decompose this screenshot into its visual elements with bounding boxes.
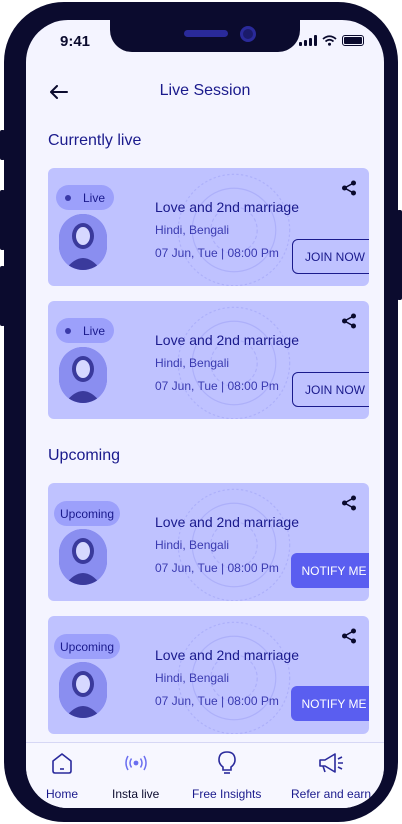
session-languages: Hindi, Bengali xyxy=(155,671,230,685)
nav-label: Home xyxy=(46,787,79,801)
nav-item-insta-live[interactable]: Insta live xyxy=(112,749,159,801)
avatar xyxy=(59,214,107,270)
status-time: 9:41 xyxy=(60,33,91,50)
live-dot xyxy=(65,327,71,334)
broadcast-icon xyxy=(121,749,151,777)
live-badge: Live xyxy=(56,185,115,210)
upcoming-badge: Upcoming xyxy=(54,501,121,526)
join-now-button[interactable]: JOIN NOW xyxy=(292,239,369,274)
badge-label: Live xyxy=(83,323,106,338)
session-card: Live Love and 2nd marriage Hindi, Bengal… xyxy=(48,168,369,286)
badge-label: Live xyxy=(83,190,106,205)
power-button xyxy=(397,210,402,300)
share-icon[interactable] xyxy=(341,628,357,644)
share-icon[interactable] xyxy=(341,313,357,329)
session-card: Live Love and 2nd marriage Hindi, Bengal… xyxy=(48,301,369,419)
bottom-nav: Home Insta live Free Insights Refer and … xyxy=(26,742,384,808)
home-icon xyxy=(47,749,77,777)
session-datetime: 07 Jun, Tue | 08:00 Pm xyxy=(155,246,279,260)
nav-label: Insta live xyxy=(112,787,160,801)
notify-me-button[interactable]: NOTIFY ME xyxy=(291,553,369,588)
nav-label: Free Insights xyxy=(192,787,262,801)
nav-label: Refer and earn xyxy=(291,787,372,801)
nav-item-free-insights[interactable]: Free Insights xyxy=(192,749,261,801)
volume-up-button xyxy=(0,190,5,250)
session-datetime: 07 Jun, Tue | 08:00 Pm xyxy=(155,379,279,393)
battery-icon xyxy=(342,35,364,46)
live-dot xyxy=(65,194,71,201)
wifi-icon xyxy=(322,35,337,46)
session-datetime: 07 Jun, Tue | 08:00 Pm xyxy=(155,694,279,708)
lightbulb-icon xyxy=(212,749,242,777)
notify-me-button[interactable]: NOTIFY ME xyxy=(291,686,369,721)
share-icon[interactable] xyxy=(341,495,357,511)
phone-frame: 9:41 Live Session Currently live Live Lo… xyxy=(4,2,398,822)
camera-icon xyxy=(240,26,256,42)
avatar xyxy=(59,662,107,718)
session-card: Upcoming Love and 2nd marriage Hindi, Be… xyxy=(48,616,369,734)
upcoming-badge: Upcoming xyxy=(54,634,121,659)
session-card: Upcoming Love and 2nd marriage Hindi, Be… xyxy=(48,483,369,601)
share-icon[interactable] xyxy=(341,180,357,196)
volume-down-button xyxy=(0,266,5,326)
session-title: Love and 2nd marriage xyxy=(155,332,299,348)
nav-item-home[interactable]: Home xyxy=(46,749,78,801)
nav-item-refer-earn[interactable]: Refer and earn xyxy=(291,749,371,801)
session-languages: Hindi, Bengali xyxy=(155,538,230,552)
mute-switch xyxy=(0,130,5,160)
avatar xyxy=(59,529,107,585)
top-bar: Live Session xyxy=(26,80,384,106)
session-title: Love and 2nd marriage xyxy=(155,199,299,215)
session-title: Love and 2nd marriage xyxy=(155,647,299,663)
status-icons xyxy=(299,35,364,46)
notch xyxy=(110,20,300,52)
join-now-button[interactable]: JOIN NOW xyxy=(292,372,369,407)
session-datetime: 07 Jun, Tue | 08:00 Pm xyxy=(155,561,279,575)
signal-icon xyxy=(299,35,317,46)
session-languages: Hindi, Bengali xyxy=(155,223,230,237)
live-badge: Live xyxy=(56,318,115,343)
page-title: Live Session xyxy=(159,82,251,99)
session-languages: Hindi, Bengali xyxy=(155,356,230,370)
speaker xyxy=(184,30,228,37)
app-screen: 9:41 Live Session Currently live Live Lo… xyxy=(26,20,384,808)
session-title: Love and 2nd marriage xyxy=(155,514,299,530)
section-title-live: Currently live xyxy=(48,132,142,149)
avatar xyxy=(59,347,107,403)
section-title-upcoming: Upcoming xyxy=(48,447,121,464)
megaphone-icon xyxy=(316,749,346,777)
